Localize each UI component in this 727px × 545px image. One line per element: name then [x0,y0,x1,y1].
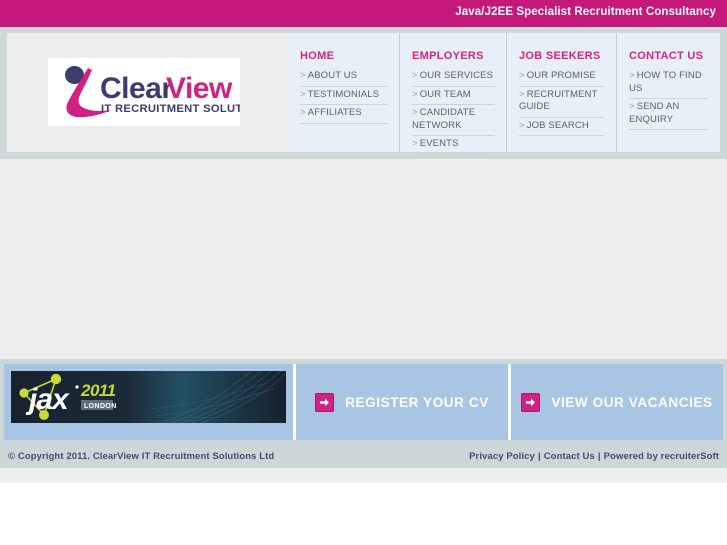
svg-text:jax: jax [25,383,70,416]
svg-text:2011: 2011 [80,381,116,400]
view-vacancies-button[interactable]: VIEW OUR VACANCIES [508,364,723,440]
nav-title-employers[interactable]: EMPLOYERS [412,50,495,62]
primary-navigation: HOME > ABOUT US > TESTIMONIALS > AFFILIATES… [288,33,720,155]
arrow-right-icon [315,392,335,412]
banner-cta-row: jax 2011 LONDON REGISTER YOUR CV VIEW OU… [0,359,727,445]
register-cv-button[interactable]: REGISTER YOUR CV [293,364,508,440]
nav-item-events[interactable]: > EVENTS [412,136,495,155]
chevron-right-icon: > [629,101,635,112]
logo-panel: Clear View IT RECRUITMENT SOLUTIONS [7,33,288,152]
header-block: Clear View IT RECRUITMENT SOLUTIONS HOME… [0,27,727,159]
nav-item-label: ABOUT US [307,70,358,81]
logo-card[interactable]: Clear View IT RECRUITMENT SOLUTIONS [48,58,240,126]
nav-item-about-us[interactable]: > ABOUT US [300,68,388,87]
top-tagline-bar: Java/J2EE Specialist Recruitment Consult… [0,0,727,27]
footer-separator: | [597,451,601,462]
nav-item-label: SEND AN ENQUIRY [629,101,680,125]
chevron-right-icon: > [412,70,418,81]
nav-title-contact-us[interactable]: CONTACT US [629,50,709,62]
nav-item-label: OUR TEAM [419,88,471,100]
footer-separator: | [537,451,541,462]
view-vacancies-label: VIEW OUR VACANCIES [551,394,713,410]
nav-column-contact-us: CONTACT US > HOW TO FIND US > SEND AN ENQU… [617,33,720,152]
page-bottom-filler [0,468,727,483]
nav-item-label: OUR PROMISE [526,70,596,81]
nav-item-label: RECRUITMENT GUIDE [519,88,598,113]
nav-item-our-team[interactable]: > OUR TEAM [412,87,495,105]
chevron-right-icon: > [412,138,418,149]
footer-links: Privacy Policy | Contact Us | Powered by rec… [469,451,719,462]
footer-bar: © Copyright 2011. ClearView IT Recruitme… [0,445,727,468]
main-content-area [0,159,727,359]
nav-column-employers: EMPLOYERS > OUR SERVICES > OUR TEAM > CANDI… [400,33,507,155]
svg-text:LONDON: LONDON [84,403,117,410]
nav-item-label: OUR SERVICES [419,70,494,81]
arrow-right-icon [521,392,541,412]
nav-item-send-an-enquiry[interactable]: > SEND AN ENQUIRY [629,99,709,130]
nav-title-job-seekers[interactable]: JOB SEEKERS [519,50,605,62]
footer-link-powered-by[interactable]: Powered by recruiterSoft [604,451,719,462]
clearview-logo-icon: Clear View IT RECRUITMENT SOLUTIONS [48,58,240,126]
chevron-right-icon: > [519,70,525,81]
nav-title-home[interactable]: HOME [300,50,388,62]
svg-text:IT RECRUITMENT SOLUTIONS: IT RECRUITMENT SOLUTIONS [101,103,240,115]
register-cv-label: REGISTER YOUR CV [345,394,489,410]
chevron-right-icon: > [519,119,525,131]
nav-column-job-seekers: JOB SEEKERS > OUR PROMISE > RECRUITMENT GU… [507,33,617,152]
nav-item-candidate-network[interactable]: > CANDIDATE NETWORK [412,105,495,136]
svg-text:Clear: Clear [100,72,173,105]
nav-item-label: TESTIMONIALS [307,88,380,100]
nav-item-how-to-find-us[interactable]: > HOW TO FIND US [629,68,709,99]
nav-item-label: HOW TO FIND US [629,70,702,94]
svg-text:View: View [166,72,233,105]
site-tagline: Java/J2EE Specialist Recruitment Consult… [455,6,716,18]
nav-item-label: EVENTS [419,138,459,149]
nav-column-home: HOME > ABOUT US > TESTIMONIALS > AFFILIATES [288,33,400,152]
chevron-right-icon: > [300,70,306,81]
footer-link-privacy-policy[interactable]: Privacy Policy [469,451,535,462]
copyright-text: © Copyright 2011. ClearView IT Recruitme… [8,451,275,462]
chevron-right-icon: > [300,88,306,100]
nav-item-our-services[interactable]: > OUR SERVICES [412,68,495,87]
jax-2011-london-banner[interactable]: jax 2011 LONDON [11,371,286,423]
footer-link-contact-us[interactable]: Contact Us [544,451,595,462]
jax-banner-cell: jax 2011 LONDON [4,364,293,440]
nav-item-our-promise[interactable]: > OUR PROMISE [519,68,605,87]
nav-item-label: JOB SEARCH [526,119,589,131]
chevron-right-icon: > [412,88,418,100]
chevron-right-icon: > [300,107,306,118]
chevron-right-icon: > [412,107,418,118]
nav-item-recruitment-guide[interactable]: > RECRUITMENT GUIDE [519,87,605,118]
nav-item-testimonials[interactable]: > TESTIMONIALS [300,87,388,105]
nav-item-affiliates[interactable]: > AFFILIATES [300,105,388,124]
chevron-right-icon: > [629,70,635,81]
nav-item-job-search[interactable]: > JOB SEARCH [519,118,605,136]
chevron-right-icon: > [519,88,525,100]
nav-item-label: CANDIDATE NETWORK [412,107,476,131]
header-inner: Clear View IT RECRUITMENT SOLUTIONS HOME… [7,33,720,155]
nav-item-label: AFFILIATES [307,107,362,118]
